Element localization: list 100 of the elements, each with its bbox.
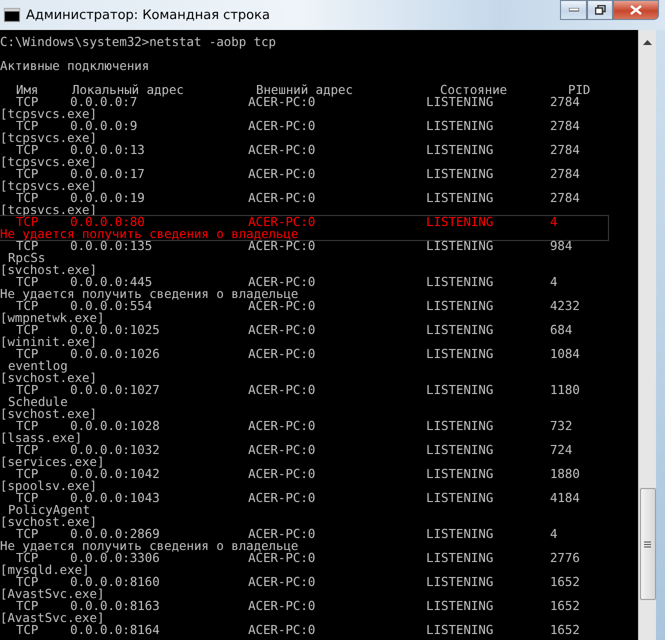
- foreign-address-text: ACER-PC:0: [248, 94, 316, 109]
- process-name-text: [tcpsvcs.exe]: [0, 132, 97, 144]
- state-text: LISTENING: [426, 214, 494, 229]
- state-text: LISTENING: [426, 94, 494, 109]
- process-name-text: [tcpsvcs.exe]: [0, 108, 97, 120]
- state-text: LISTENING: [426, 622, 494, 637]
- command-prompt-icon: [4, 8, 20, 22]
- pid-text: 1652: [550, 622, 580, 637]
- state-text: LISTENING: [426, 598, 494, 613]
- pid-text: 2784: [550, 118, 580, 133]
- process-name-text: [svchost.exe]: [0, 264, 97, 276]
- process-name-text: [spoolsv.exe]: [0, 480, 97, 492]
- foreign-address-text: ACER-PC:0: [248, 466, 316, 481]
- service-name-text: PolicyAgent: [8, 504, 90, 516]
- process-name-text: [tcpsvcs.exe]: [0, 204, 97, 216]
- restore-icon: [594, 5, 606, 15]
- foreign-address-text: ACER-PC:0: [248, 622, 316, 637]
- protocol-text: TCP: [16, 382, 38, 397]
- scroll-up-arrow-icon: [643, 40, 652, 45]
- minimize-icon: [568, 8, 578, 12]
- pid-text: 724: [550, 442, 572, 457]
- pid-text: 1880: [550, 466, 580, 481]
- owner-error-text: Не удается получить сведения о владельце: [0, 288, 298, 300]
- column-header: Внешний адрес: [256, 82, 353, 97]
- local-address-text: 0.0.0.0:80: [70, 214, 145, 229]
- pid-text: 4232: [550, 298, 580, 313]
- close-icon: [630, 5, 642, 15]
- grip-icon: [644, 540, 651, 548]
- foreign-address-text: ACER-PC:0: [248, 526, 316, 541]
- protocol-text: TCP: [16, 418, 38, 433]
- process-name-text: [lsass.exe]: [0, 432, 82, 444]
- pid-text: 2784: [550, 190, 580, 205]
- scrollbar[interactable]: [638, 30, 656, 640]
- protocol-text: TCP: [16, 442, 38, 457]
- process-name-text: [AvastSvc.exe]: [0, 588, 104, 600]
- protocol-text: TCP: [16, 598, 38, 613]
- process-name-text: [tcpsvcs.exe]: [0, 180, 97, 192]
- pid-text: 4184: [550, 490, 580, 505]
- pid-text: 4: [550, 274, 558, 289]
- state-text: LISTENING: [426, 382, 494, 397]
- pid-text: 2784: [550, 166, 580, 181]
- foreign-address-text: ACER-PC:0: [248, 190, 316, 205]
- maximize-button[interactable]: [587, 0, 613, 20]
- state-text: LISTENING: [426, 238, 494, 253]
- state-text: LISTENING: [426, 118, 494, 133]
- foreign-address-text: ACER-PC:0: [248, 490, 316, 505]
- foreign-address-text: ACER-PC:0: [248, 574, 316, 589]
- foreign-address-text: ACER-PC:0: [248, 442, 316, 457]
- state-text: LISTENING: [426, 346, 494, 361]
- foreign-address-text: ACER-PC:0: [248, 322, 316, 337]
- scrollbar-thumb[interactable]: [640, 488, 656, 600]
- process-name-text: [services.exe]: [0, 456, 104, 468]
- owner-error-text: Не удается получить сведения о владельце: [0, 228, 298, 240]
- pid-text: 1652: [550, 598, 580, 613]
- command-line: C:\Windows\system32>netstat -aobp tcp: [0, 36, 276, 48]
- state-text: LISTENING: [426, 466, 494, 481]
- state-text: LISTENING: [426, 322, 494, 337]
- protocol-text: TCP: [16, 274, 38, 289]
- process-name-text: [svchost.exe]: [0, 372, 97, 384]
- column-header: Состояние: [440, 82, 508, 97]
- minimize-button[interactable]: [560, 0, 587, 20]
- process-name-text: [wininit.exe]: [0, 336, 97, 348]
- process-name-text: [tcpsvcs.exe]: [0, 156, 97, 168]
- service-name-text: RpcSs: [8, 252, 46, 264]
- foreign-address-text: ACER-PC:0: [248, 274, 316, 289]
- pid-text: 2784: [550, 94, 580, 109]
- foreign-address-text: ACER-PC:0: [248, 346, 316, 361]
- pid-text: 4: [550, 526, 558, 541]
- pid-text: 1084: [550, 346, 580, 361]
- state-text: LISTENING: [426, 418, 494, 433]
- process-name-text: [AvastSvc.exe]: [0, 612, 104, 624]
- protocol-text: TCP: [16, 466, 38, 481]
- protocol-text: TCP: [16, 526, 38, 541]
- state-text: LISTENING: [426, 574, 494, 589]
- state-text: LISTENING: [426, 298, 494, 313]
- state-text: LISTENING: [426, 526, 494, 541]
- owner-error-text: Не удается получить сведения о владельце: [0, 540, 298, 552]
- pid-text: 684: [550, 322, 572, 337]
- pid-text: 2776: [550, 550, 580, 565]
- local-address-text: 0.0.0.0:7: [70, 94, 138, 109]
- service-name-text: eventlog: [8, 360, 68, 372]
- pid-text: 1180: [550, 382, 580, 397]
- state-text: LISTENING: [426, 142, 494, 157]
- pid-text: 984: [550, 238, 572, 253]
- state-text: LISTENING: [426, 550, 494, 565]
- process-name-text: [svchost.exe]: [0, 516, 97, 528]
- foreign-address-text: ACER-PC:0: [248, 142, 316, 157]
- state-text: LISTENING: [426, 190, 494, 205]
- state-text: LISTENING: [426, 274, 494, 289]
- process-name-text: [svchost.exe]: [0, 408, 97, 420]
- foreign-address-text: ACER-PC:0: [248, 598, 316, 613]
- foreign-address-text: ACER-PC:0: [248, 118, 316, 133]
- protocol-text: TCP: [16, 94, 38, 109]
- close-button[interactable]: [613, 0, 659, 20]
- protocol-text: TCP: [16, 346, 38, 361]
- foreign-address-text: ACER-PC:0: [248, 418, 316, 433]
- state-text: LISTENING: [426, 490, 494, 505]
- process-name-text: [mysqld.exe]: [0, 564, 90, 576]
- column-header: Локальный адрес: [72, 82, 184, 97]
- state-text: LISTENING: [426, 442, 494, 457]
